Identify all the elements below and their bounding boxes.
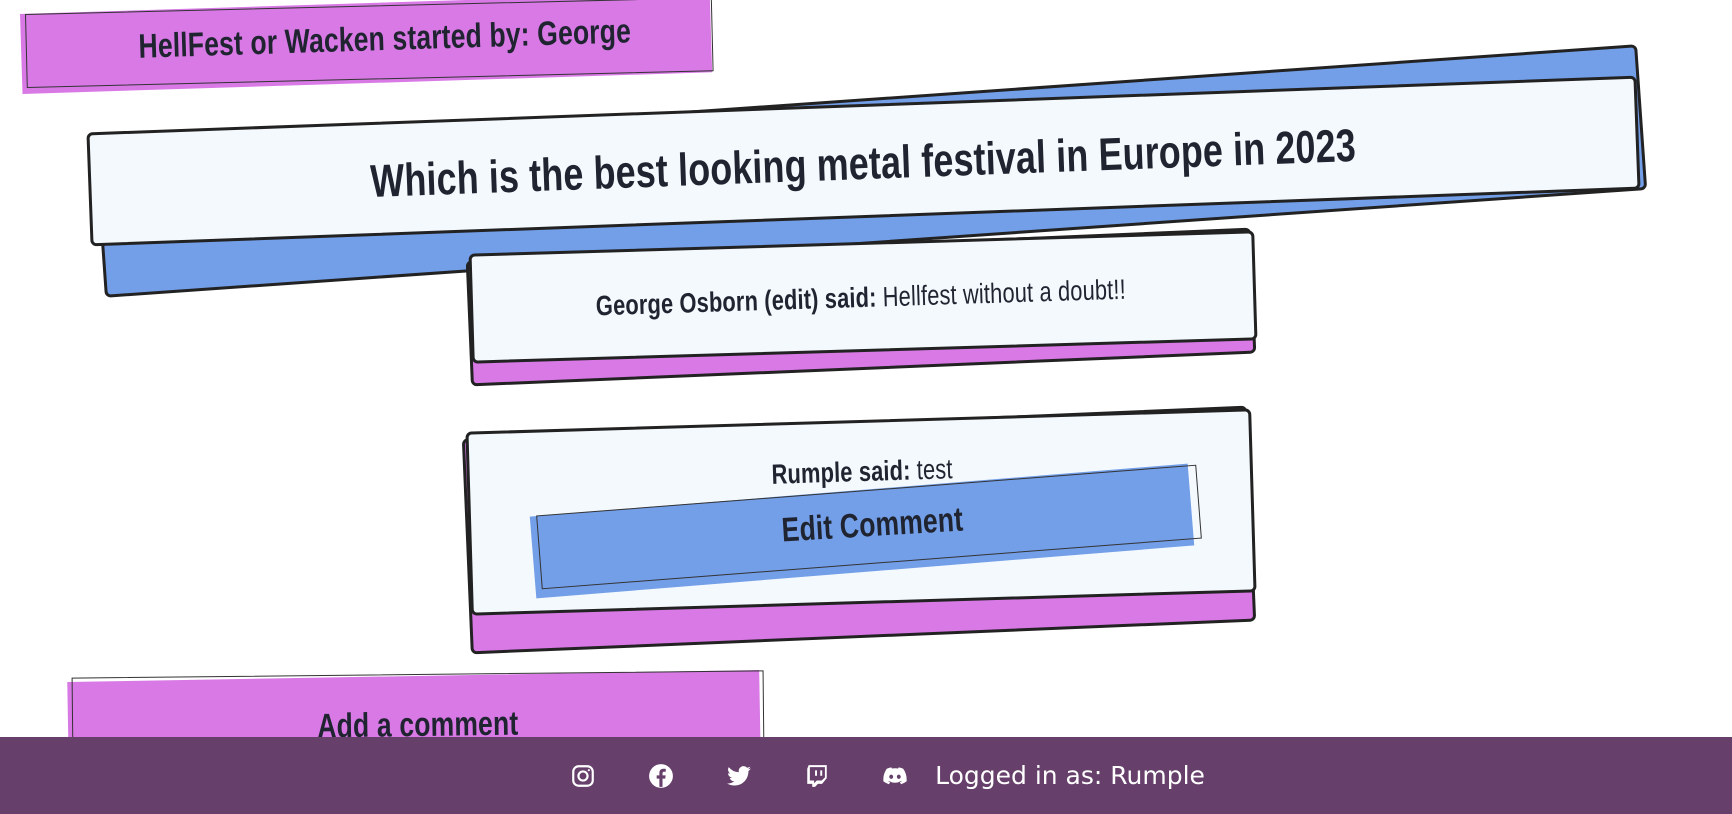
comment-card: George Osborn (edit) said: Hellfest with… [464,222,1258,392]
login-status: Logged in as: Rumple [935,761,1205,790]
comment-text: test [916,453,953,486]
footer: Logged in as: Rumple [0,737,1732,814]
comment-text: Hellfest without a doubt!! [882,273,1127,313]
facebook-icon[interactable] [645,760,677,792]
thread-started-by-tag: HellFest or Wacken started by: George [20,0,714,96]
twitch-icon[interactable] [801,760,833,792]
edit-comment-button[interactable]: Edit Comment [529,463,1202,599]
comment-card: Rumple said: test Edit Comment [461,402,1262,655]
social-links [567,760,911,792]
instagram-icon[interactable] [567,760,599,792]
twitter-icon[interactable] [723,760,755,792]
discord-icon[interactable] [879,760,911,792]
